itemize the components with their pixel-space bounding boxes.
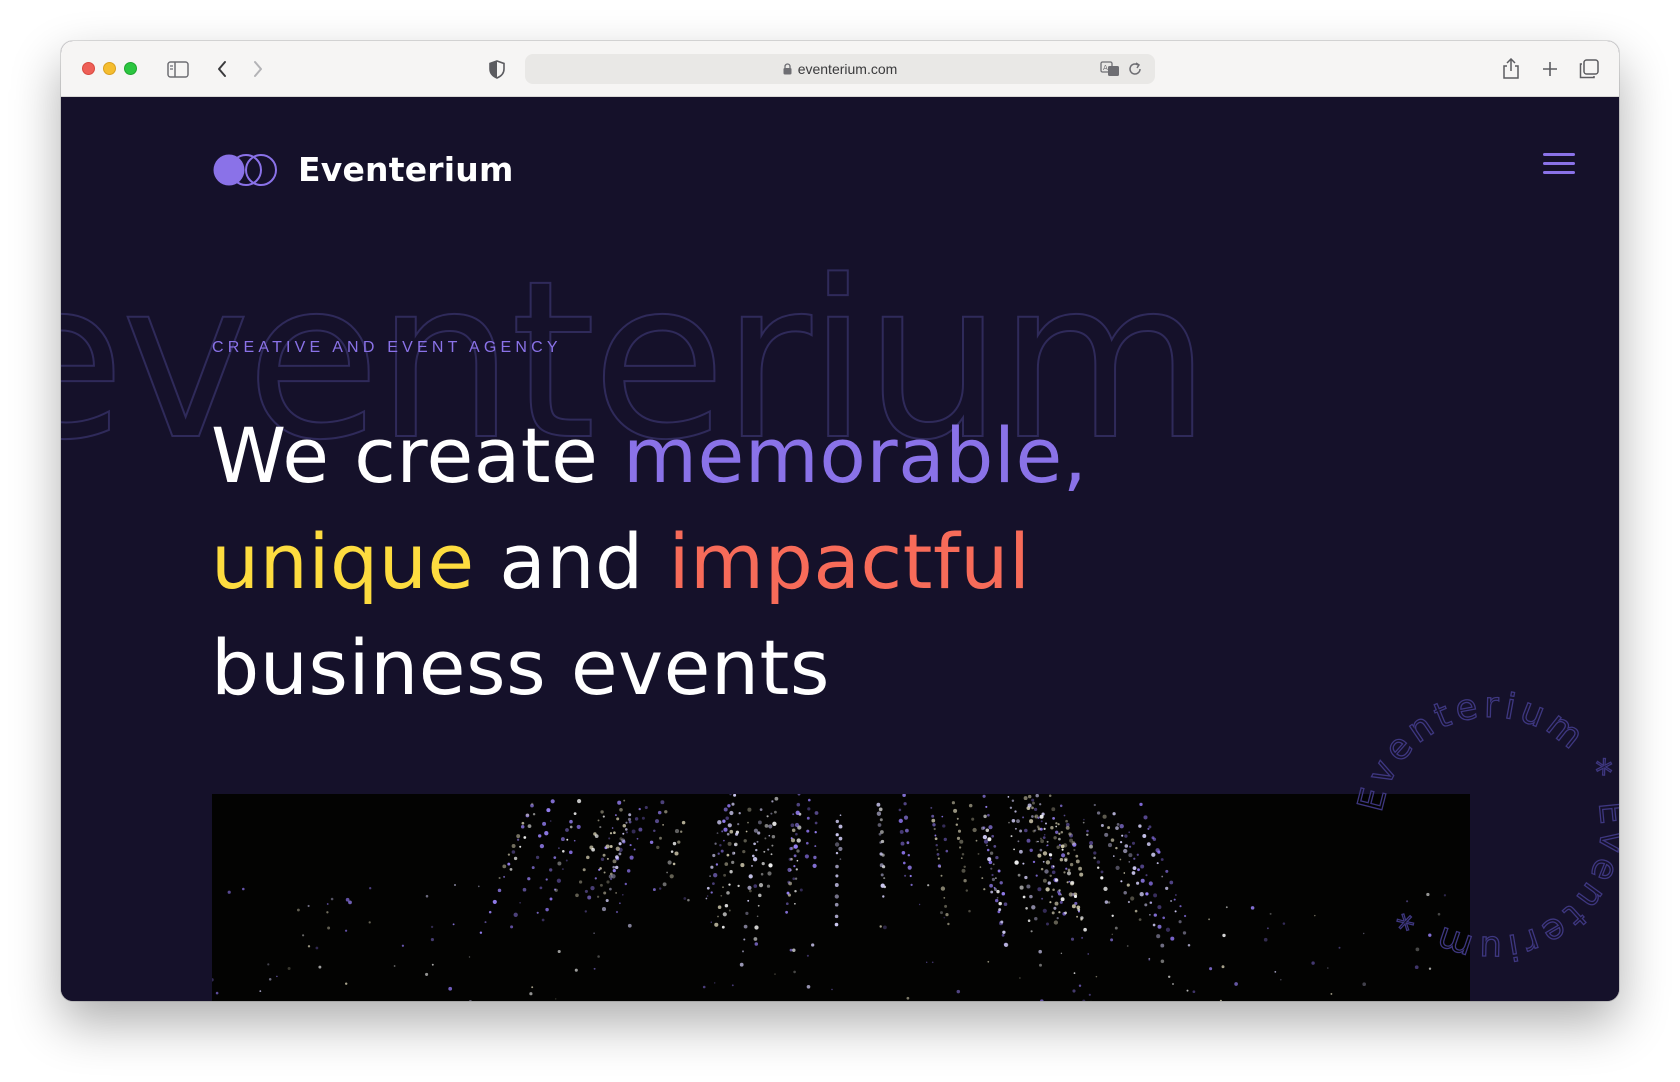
zoom-window-button[interactable] — [124, 62, 137, 75]
svg-text:Eventerium * Eventerium *: Eventerium * Eventerium * — [1351, 686, 1619, 968]
headline-part: business events — [211, 623, 830, 712]
lock-icon — [783, 62, 792, 78]
close-window-button[interactable] — [82, 62, 95, 75]
hero-video-lights — [212, 794, 1447, 1001]
headline-highlight-unique: unique — [211, 517, 475, 606]
hero-headline: We create memorable, unique and impactful… — [211, 403, 1411, 721]
translate-icon[interactable]: A — [1100, 61, 1120, 82]
rotating-badge: Eventerium * Eventerium * — [1326, 662, 1619, 992]
tagline: CREATIVE AND EVENT AGENCY — [212, 339, 562, 356]
headline-highlight-memorable: memorable, — [623, 411, 1088, 500]
headline-highlight-impactful: impactful — [668, 517, 1031, 606]
headline-part: and — [474, 517, 669, 606]
back-icon[interactable] — [209, 57, 235, 81]
logo-text: Eventerium — [298, 150, 514, 189]
browser-toolbar: eventerium.com A — [61, 41, 1619, 97]
webpage: eventerium Eventerium CREATIVE AND EVENT… — [61, 98, 1619, 1001]
hamburger-menu-icon[interactable] — [1543, 152, 1577, 178]
badge-text: Eventerium * Eventerium * — [1350, 685, 1619, 969]
tabs-overview-icon[interactable] — [1576, 57, 1602, 81]
svg-text:A: A — [1103, 64, 1108, 72]
forward-icon[interactable] — [245, 57, 271, 81]
url-text: eventerium.com — [797, 61, 898, 77]
shield-icon[interactable] — [484, 57, 510, 81]
minimize-window-button[interactable] — [103, 62, 116, 75]
logo-mark-icon — [212, 153, 278, 187]
headline-part: We create — [211, 411, 624, 500]
new-tab-icon[interactable] — [1537, 57, 1563, 81]
address-bar[interactable]: eventerium.com A — [525, 54, 1155, 84]
sidebar-icon[interactable] — [165, 57, 191, 81]
site-logo[interactable]: Eventerium — [212, 150, 514, 189]
share-icon[interactable] — [1498, 57, 1524, 81]
reload-icon[interactable] — [1127, 61, 1143, 82]
browser-window: eventerium.com A eventerium Eventerium C… — [61, 41, 1619, 1001]
hero-video[interactable] — [212, 794, 1470, 1001]
